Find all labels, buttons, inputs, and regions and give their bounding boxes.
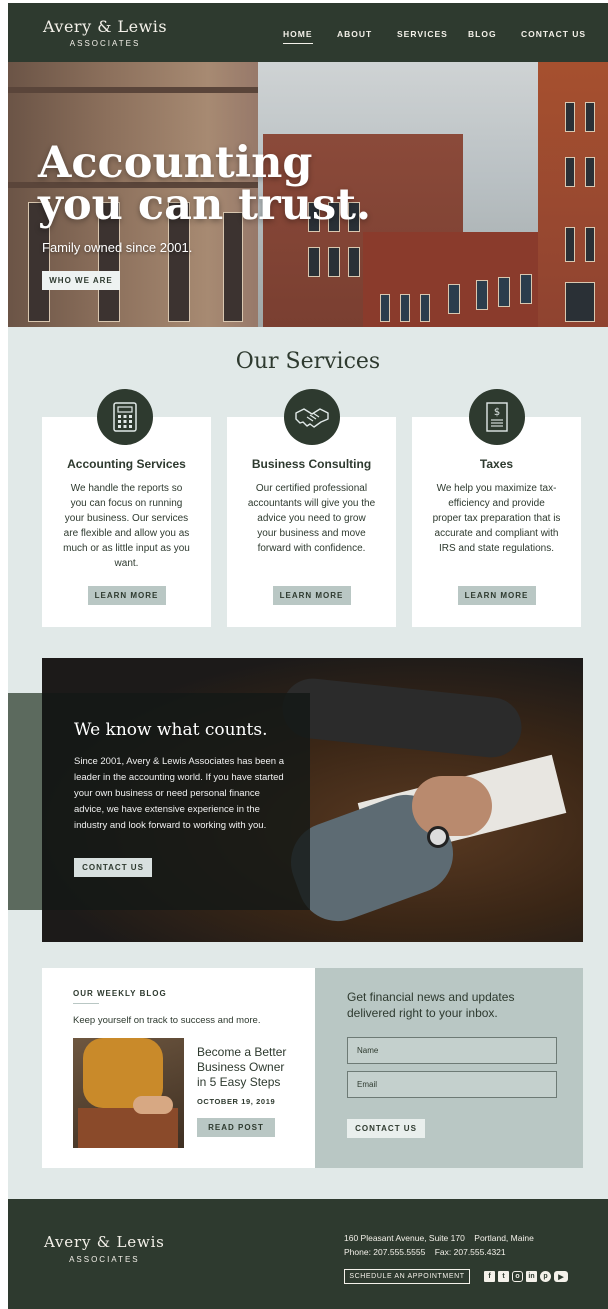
newsletter-section: Get financial news and updates delivered…: [315, 968, 583, 1168]
newsletter-heading: Get financial news and updates delivered…: [347, 990, 515, 1020]
hero-banner: Accounting you can trust. Family owned s…: [8, 62, 608, 327]
hero-window: [565, 102, 575, 132]
hero-window: [498, 277, 510, 307]
hero-window: [565, 157, 575, 187]
about-box: We know what counts. Since 2001, Avery &…: [42, 693, 310, 910]
services-title: Our Services: [235, 349, 381, 374]
hero-window: [328, 247, 340, 277]
hero-window: [420, 294, 430, 322]
hero-window: [448, 284, 460, 314]
logo-name: Avery & Lewis: [43, 17, 168, 36]
calculator-icon: [97, 389, 153, 445]
hero-window: [348, 247, 360, 277]
youtube-icon[interactable]: ▶: [554, 1271, 568, 1282]
hero-subtitle: Family owned since 2001.: [42, 240, 193, 255]
hero-window: [585, 102, 595, 132]
footer-logo[interactable]: Avery & Lewis ASSOCIATES: [44, 1233, 165, 1264]
service-card-accounting: Accounting Services We handle the report…: [42, 417, 211, 627]
blog-post-thumbnail[interactable]: [73, 1038, 184, 1148]
service-card-text: Our certified professional accountants w…: [247, 483, 376, 554]
footer-logo-name: Avery & Lewis: [44, 1233, 165, 1251]
hero-window: [585, 157, 595, 187]
tax-document-icon: $: [469, 389, 525, 445]
instagram-icon[interactable]: o: [512, 1271, 523, 1282]
about-contact-button[interactable]: CONTACT US: [74, 858, 152, 877]
service-card-text: We handle the reports so you can focus o…: [63, 483, 190, 569]
read-post-button[interactable]: READ POST: [197, 1118, 275, 1137]
hero-window: [565, 227, 575, 262]
hand: [412, 776, 492, 836]
hero-window: [380, 294, 390, 322]
service-card-title: Taxes: [479, 457, 514, 471]
hero-window: [565, 282, 595, 322]
hero-window: [585, 227, 595, 262]
handshake-icon: [284, 389, 340, 445]
linkedin-icon[interactable]: in: [526, 1271, 537, 1282]
footer-phone: Phone: 207.555.5555 Fax: 207.555.4321: [344, 1247, 506, 1257]
about-text: Since 2001, Avery & Lewis Associates has…: [74, 756, 285, 831]
footer-address: 160 Pleasant Avenue, Suite 170 Portland,…: [344, 1233, 534, 1243]
blog-intro: Keep yourself on track to success and mo…: [73, 1015, 261, 1026]
blog-post-date: OCTOBER 19, 2019: [197, 1097, 276, 1106]
page: Avery & Lewis ASSOCIATES HOME ABOUT SERV…: [8, 3, 608, 1309]
nav-contact-us[interactable]: CONTACT US: [521, 29, 586, 39]
hero-building-left-cornice: [8, 87, 258, 93]
blog-post-title[interactable]: Become a Better Business Owner in 5 Easy…: [197, 1045, 297, 1090]
newsletter-contact-button[interactable]: CONTACT US: [347, 1119, 425, 1138]
site-logo[interactable]: Avery & Lewis ASSOCIATES: [43, 17, 167, 48]
blog-eyebrow: OUR WEEKLY BLOG: [73, 989, 167, 998]
thumbnail-hand: [133, 1096, 173, 1114]
social-links: f t o in p ▶: [484, 1271, 568, 1282]
pinterest-icon[interactable]: p: [540, 1271, 551, 1282]
site-header: Avery & Lewis ASSOCIATES HOME ABOUT SERV…: [8, 3, 608, 62]
hero-window: [400, 294, 410, 322]
svg-text:$: $: [494, 407, 500, 418]
hero-window: [308, 247, 320, 277]
service-card-taxes: Taxes We help you maximize tax-efficienc…: [412, 417, 581, 627]
email-field[interactable]: Email: [347, 1071, 557, 1098]
name-field[interactable]: Name: [347, 1037, 557, 1064]
twitter-icon[interactable]: t: [498, 1271, 509, 1282]
service-card-text: We help you maximize tax-efficiency and …: [432, 483, 561, 554]
logo-subtitle: ASSOCIATES: [69, 39, 141, 48]
footer-logo-subtitle: ASSOCIATES: [69, 1255, 140, 1264]
site-footer: Avery & Lewis ASSOCIATES 160 Pleasant Av…: [8, 1199, 608, 1309]
nav-about[interactable]: ABOUT: [337, 29, 372, 39]
learn-more-button[interactable]: LEARN MORE: [87, 586, 166, 605]
service-card-consulting: Business Consulting Our certified profes…: [227, 417, 396, 627]
footer-contact-info: 160 Pleasant Avenue, Suite 170 Portland,…: [344, 1231, 534, 1259]
hero-window: [520, 274, 532, 304]
hero-title-line1: Accounting: [38, 138, 313, 188]
who-we-are-button[interactable]: WHO WE ARE: [42, 271, 120, 290]
blog-divider: [73, 1003, 99, 1004]
service-card-title: Business Consulting: [251, 457, 372, 471]
learn-more-button[interactable]: LEARN MORE: [272, 586, 351, 605]
nav-blog[interactable]: BLOG: [468, 29, 497, 39]
wristwatch: [427, 826, 449, 848]
facebook-icon[interactable]: f: [484, 1271, 495, 1282]
learn-more-button[interactable]: LEARN MORE: [457, 586, 536, 605]
thumbnail-laptop: [78, 1108, 178, 1148]
hero-title-line2: you can trust.: [38, 180, 371, 230]
nav-services[interactable]: SERVICES: [397, 29, 448, 39]
hero-window: [476, 280, 488, 310]
hero-title: Accounting you can trust.: [38, 138, 371, 230]
service-card-title: Accounting Services: [67, 457, 186, 471]
schedule-appointment-button[interactable]: SCHEDULE AN APPOINTMENT: [344, 1269, 470, 1284]
nav-home[interactable]: HOME: [283, 29, 313, 44]
about-title: We know what counts.: [74, 720, 268, 740]
blog-section: OUR WEEKLY BLOG Keep yourself on track t…: [42, 968, 315, 1168]
